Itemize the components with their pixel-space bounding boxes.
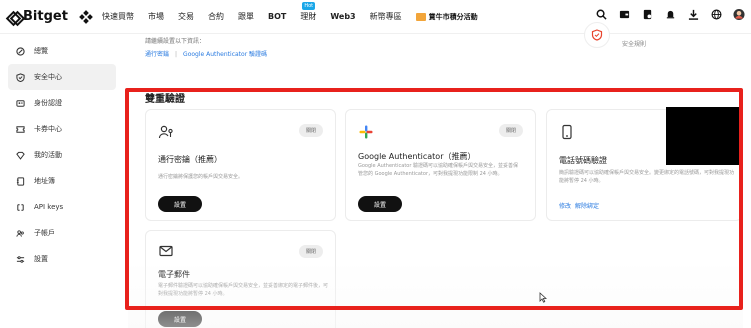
sidebar-item-label: 我的活動	[34, 151, 62, 159]
nav-right-icons	[595, 8, 745, 20]
card-description: 電子郵件驗證碼可以協助確保帳戶與交易安全，並妥善綁定的電子郵件後，可對我提現功能…	[158, 283, 329, 297]
card-title: 電子郵件	[158, 270, 190, 279]
download-icon[interactable]	[687, 8, 699, 20]
security-status-label: 安全規則	[622, 41, 647, 48]
logo-mark-icon	[8, 11, 20, 23]
sidebar-item-label: 安全中心	[34, 73, 62, 81]
shield-icon	[16, 72, 25, 82]
sidebar-item-label: 總覽	[34, 47, 48, 55]
settings-icon	[16, 255, 25, 264]
google-authenticator-setup-button[interactable]: 設置	[358, 196, 402, 212]
notification-icon[interactable]	[664, 8, 676, 20]
id-card-icon	[16, 99, 25, 108]
card-title: Google Authenticator（推薦）	[358, 152, 476, 161]
nav-quick-buy[interactable]: 快速買幣	[102, 11, 134, 22]
status-badge: 關閉	[298, 124, 323, 137]
sub-account-icon	[16, 229, 25, 238]
nav-market[interactable]: 市場	[148, 11, 164, 22]
nav-web3[interactable]: Web3	[330, 12, 355, 21]
sidebar-item-label: 地址簿	[34, 177, 55, 185]
security-status-indicator	[584, 22, 610, 48]
nav-trade[interactable]: 交易	[178, 11, 194, 22]
sidebar-item-overview[interactable]: 總覽	[8, 38, 116, 64]
top-nav: Bitget 快速買幣 市場 交易 合約 跟單 BOT Hot 理財 Web3 …	[0, 0, 751, 34]
nav-new-listings[interactable]: 新幣專區	[370, 11, 402, 22]
sidebar-item-label: 身份認證	[34, 99, 62, 107]
phone-actions: 修改 解除綁定	[559, 201, 599, 210]
google-authenticator-icon	[358, 124, 374, 140]
card-description: 簡訊驗證碼可以協助確保帳戶與交易安全。變更綁定的電話號碼，可對我提現功能將暫停 …	[559, 170, 735, 184]
nav-futures[interactable]: 合約	[208, 11, 224, 22]
orders-icon[interactable]	[641, 8, 653, 20]
sidebar-item-sub-accounts[interactable]: 子帳戶	[8, 220, 116, 246]
nav-bot[interactable]: BOT	[268, 12, 286, 21]
card-title: 通行密鑰（推薦）	[158, 155, 222, 164]
brand-name: Bitget	[23, 9, 68, 24]
shield-warning-icon	[591, 29, 603, 41]
sidebar-item-address-book[interactable]: 地址簿	[8, 168, 116, 194]
search-icon[interactable]	[595, 8, 607, 20]
email-setup-button[interactable]: 設置	[158, 311, 202, 327]
card-description: 通行密鑰將保護您的帳戶與交易安全。	[158, 174, 244, 180]
hot-badge: Hot	[302, 2, 316, 10]
book-icon	[16, 176, 25, 186]
sidebar-item-settings[interactable]: 設置	[8, 246, 116, 272]
passkey-icon	[158, 124, 174, 140]
mail-icon	[158, 243, 174, 259]
coupon-icon	[16, 125, 25, 134]
sidebar-item-activities[interactable]: 我的活動	[8, 142, 116, 168]
apps-icon[interactable]	[79, 9, 93, 24]
mouse-cursor-icon	[539, 288, 548, 307]
promo-icon	[415, 12, 426, 21]
status-badge: 關閉	[298, 245, 323, 258]
section-title: 雙重驗證	[145, 94, 185, 105]
nav-copy-trade[interactable]: 跟單	[238, 11, 254, 22]
redaction-block	[666, 107, 742, 165]
nav-earn-label: 理財	[300, 12, 317, 21]
overview-icon	[16, 46, 25, 56]
link-separator: |	[175, 51, 178, 58]
google-authenticator-link[interactable]: Google Authenticator 驗證碼	[183, 51, 267, 58]
sidebar-item-label: 子帳戶	[34, 229, 55, 237]
diamond-icon	[16, 151, 25, 160]
phone-icon	[559, 124, 575, 140]
modify-phone-link[interactable]: 修改	[559, 203, 571, 210]
sidebar-item-label: 設置	[34, 255, 48, 263]
sidebar: 總覽 安全中心 身份認證 卡券中心 我的活動 地址簿 API keys 子帳戶 …	[0, 38, 124, 272]
promo-label: 賞牛市積分活動	[428, 12, 478, 21]
sidebar-item-label: 卡券中心	[34, 125, 62, 133]
card-description: Google Authenticator 驗證碼可以協助確保帳戶與交易安全，並妥…	[358, 163, 519, 177]
sidebar-item-label: API keys	[34, 203, 64, 211]
setup-links: 通行密鑰 | Google Authenticator 驗證碼	[145, 49, 267, 58]
key-icon	[16, 203, 25, 212]
setup-hint: 請繼續設置以下資訊：	[145, 38, 206, 45]
unbind-phone-link[interactable]: 解除綁定	[575, 203, 599, 210]
nav-earn[interactable]: Hot 理財	[300, 2, 317, 22]
wallet-icon[interactable]	[618, 8, 630, 20]
passkey-card: 關閉 通行密鑰（推薦） 通行密鑰將保護您的帳戶與交易安全。 設置	[145, 109, 336, 221]
bitget-logo[interactable]: Bitget	[8, 9, 70, 24]
avatar[interactable]	[733, 8, 745, 20]
sidebar-item-security[interactable]: 安全中心	[8, 64, 116, 90]
sidebar-item-identity[interactable]: 身份認證	[8, 90, 116, 116]
passkey-link[interactable]: 通行密鑰	[145, 51, 169, 58]
sidebar-item-coupons[interactable]: 卡券中心	[8, 116, 116, 142]
passkey-setup-button[interactable]: 設置	[158, 196, 202, 212]
promo-link[interactable]: 賞牛市積分活動	[415, 12, 478, 22]
status-badge: 關閉	[498, 124, 523, 137]
card-title: 電話號碼驗證	[559, 156, 607, 165]
sidebar-item-api-keys[interactable]: API keys	[8, 194, 116, 220]
google-authenticator-card: 關閉 Google Authenticator（推薦） Google Authe…	[345, 109, 536, 221]
email-card: 關閉 電子郵件 電子郵件驗證碼可以協助確保帳戶與交易安全，並妥善綁定的電子郵件後…	[145, 230, 336, 328]
language-icon[interactable]	[710, 8, 722, 20]
